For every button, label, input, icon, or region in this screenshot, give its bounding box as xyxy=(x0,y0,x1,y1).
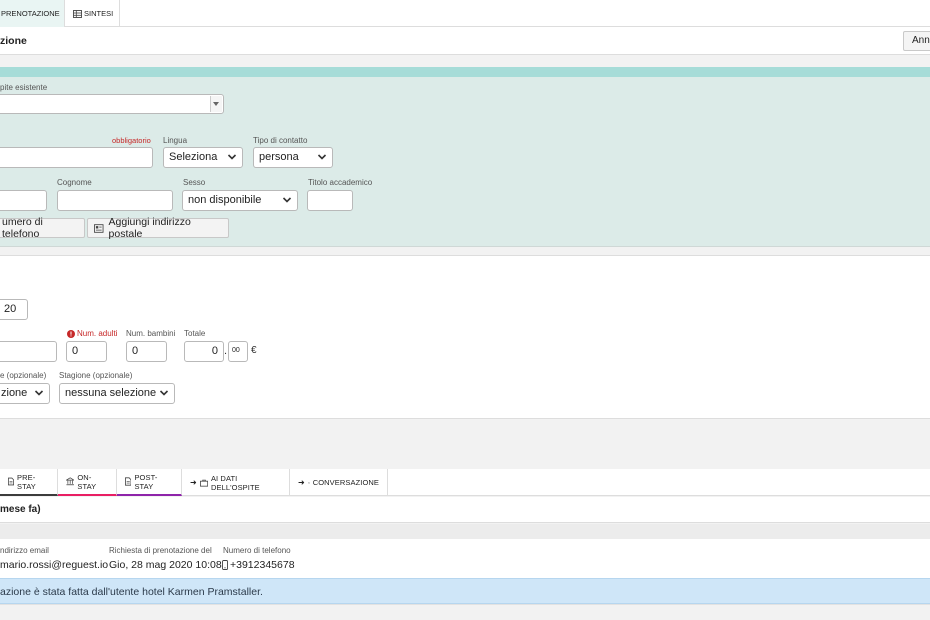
nome-field[interactable] xyxy=(0,190,47,211)
adulti-label-group: Num. adulti xyxy=(67,329,117,338)
alert-icon xyxy=(67,329,75,338)
date-range-field[interactable] xyxy=(0,341,57,362)
tipo-contatto-value: persona xyxy=(259,151,299,163)
adulti-label: Num. adulti xyxy=(77,329,118,338)
totale-dec-value: 00 xyxy=(232,347,240,354)
decimal-separator: . xyxy=(224,345,228,357)
info-alert-text: azione è stata fatta dall'utente hotel K… xyxy=(0,586,263,598)
stagione-label: Stagione (opzionale) xyxy=(59,371,133,380)
request-date-label: Richiesta di prenotazione del xyxy=(109,546,212,555)
tab-prenotazione-label: PRENOTAZIONE xyxy=(1,9,60,18)
cognome-field[interactable] xyxy=(57,190,173,211)
add-address-label: Aggiungi indirizzo postale xyxy=(108,216,191,240)
chevron-down-icon xyxy=(159,390,169,396)
booking-panel: 20 Num. adulti 0 Num. bambini 0 Totale 0… xyxy=(0,255,930,419)
adulti-field[interactable]: 0 xyxy=(66,341,107,362)
required-label: obbligatorio xyxy=(112,136,151,145)
guest-panel: pite esistente obbligatorio Lingua Selez… xyxy=(0,77,930,247)
titolo-field[interactable] xyxy=(307,190,353,211)
page-header: zione Ann xyxy=(0,27,930,55)
document-icon xyxy=(125,477,132,486)
cancel-button-label: Ann xyxy=(912,35,930,46)
tab-pre-stay-label: PRE-STAY xyxy=(17,472,36,491)
lingua-value: Seleziona xyxy=(169,151,218,163)
request-spacer xyxy=(0,524,930,539)
add-phone-label: umero di telefono xyxy=(2,216,43,240)
chevron-down-icon xyxy=(34,390,44,396)
chevron-down-icon xyxy=(282,197,292,203)
email-field[interactable] xyxy=(0,147,153,168)
sesso-select[interactable]: non disponibile xyxy=(182,190,298,211)
document-icon xyxy=(8,477,14,486)
lingua-label: Lingua xyxy=(163,136,188,145)
bambini-field[interactable]: 0 xyxy=(126,341,167,362)
dropdown-arrow-icon xyxy=(213,102,219,106)
totale-int-field[interactable]: 0 xyxy=(184,341,224,362)
tab-dati-ospite[interactable]: ➜ AI DATI DELL'OSPITE xyxy=(182,469,290,496)
lingua-select[interactable]: Seleziona xyxy=(163,147,243,168)
existing-guest-label: pite esistente xyxy=(0,83,48,92)
briefcase-icon xyxy=(199,479,208,487)
footer-band xyxy=(0,604,930,620)
cancel-button[interactable]: Ann xyxy=(903,31,930,51)
bambini-label: Num. bambini xyxy=(126,329,176,338)
adulti-value: 0 xyxy=(72,345,79,357)
mobile-phone-icon xyxy=(222,560,228,570)
tab-sintesi[interactable]: SINTESI xyxy=(65,0,120,27)
chevron-down-icon xyxy=(317,154,327,160)
stagione-value: nessuna selezione xyxy=(65,387,157,399)
add-address-button[interactable]: Aggiungi indirizzo postale xyxy=(87,216,229,240)
chat-icon xyxy=(307,481,310,484)
request-heading: mese fa) xyxy=(0,504,41,515)
request-header: mese fa) xyxy=(0,497,930,523)
tab-sintesi-label: SINTESI xyxy=(84,9,114,18)
bambini-value: 0 xyxy=(132,345,139,357)
totale-label: Totale xyxy=(184,329,206,338)
top-tab-bar: PRENOTAZIONE SINTESI xyxy=(0,0,930,27)
tab-dati-ospite-label: AI DATI DELL'OSPITE xyxy=(210,473,260,492)
phone-value: +3912345678 xyxy=(230,559,295,571)
opt1-label: e (opzionale) xyxy=(0,371,47,380)
info-alert: azione è stata fatta dall'utente hotel K… xyxy=(0,578,930,604)
page-title: zione xyxy=(0,35,27,47)
opt1-value: zione xyxy=(1,387,28,399)
tab-post-stay[interactable]: POST-STAY xyxy=(117,469,182,496)
sesso-value: non disponibile xyxy=(188,194,262,206)
tipo-contatto-label: Tipo di contatto xyxy=(253,136,308,145)
existing-guest-select[interactable] xyxy=(0,94,224,114)
date-field[interactable]: 20 xyxy=(0,299,28,320)
date-value: 20 xyxy=(4,303,17,315)
cognome-label: Cognome xyxy=(57,178,92,187)
chevron-down-icon xyxy=(227,154,237,160)
arrow-right-icon: ➜ xyxy=(190,478,197,487)
arrow-right-icon: ➜ xyxy=(298,478,305,487)
email-value: mario.rossi@reguest.io xyxy=(0,559,109,571)
tab-pre-stay[interactable]: PRE-STAY xyxy=(0,469,58,496)
opt1-select[interactable]: zione xyxy=(0,383,50,404)
tab-post-stay-label: POST-STAY xyxy=(134,472,158,491)
tab-conversazione[interactable]: ➜ CONVERSAZIONE xyxy=(290,469,388,496)
stagione-select[interactable]: nessuna selezione xyxy=(59,383,175,404)
phone-label: Numero di telefono xyxy=(223,546,291,555)
sesso-label: Sesso xyxy=(183,178,206,187)
totale-dec-field[interactable]: 00 xyxy=(228,341,248,362)
titolo-label: Titolo accademico xyxy=(308,178,373,187)
totale-int-value: 0 xyxy=(211,345,218,357)
email-label: ndirizzo email xyxy=(0,546,49,555)
request-date-value: Gio, 28 mag 2020 10:08 xyxy=(109,559,222,571)
table-icon xyxy=(73,9,82,18)
tab-on-stay[interactable]: ON-STAY xyxy=(58,469,117,496)
tab-on-stay-label: ON-STAY xyxy=(77,472,97,491)
tab-prenotazione[interactable]: PRENOTAZIONE xyxy=(0,0,65,27)
bank-icon xyxy=(66,477,75,486)
tipo-contatto-select[interactable]: persona xyxy=(253,147,333,168)
add-phone-button[interactable]: umero di telefono xyxy=(0,216,85,240)
phone-group: +3912345678 xyxy=(222,559,295,571)
currency-symbol: € xyxy=(251,345,257,356)
tab-conversazione-label: CONVERSAZIONE xyxy=(312,478,379,487)
address-card-icon xyxy=(94,223,104,233)
section-bar xyxy=(0,67,930,77)
request-details: ndirizzo email mario.rossi@reguest.io Ri… xyxy=(0,539,930,578)
